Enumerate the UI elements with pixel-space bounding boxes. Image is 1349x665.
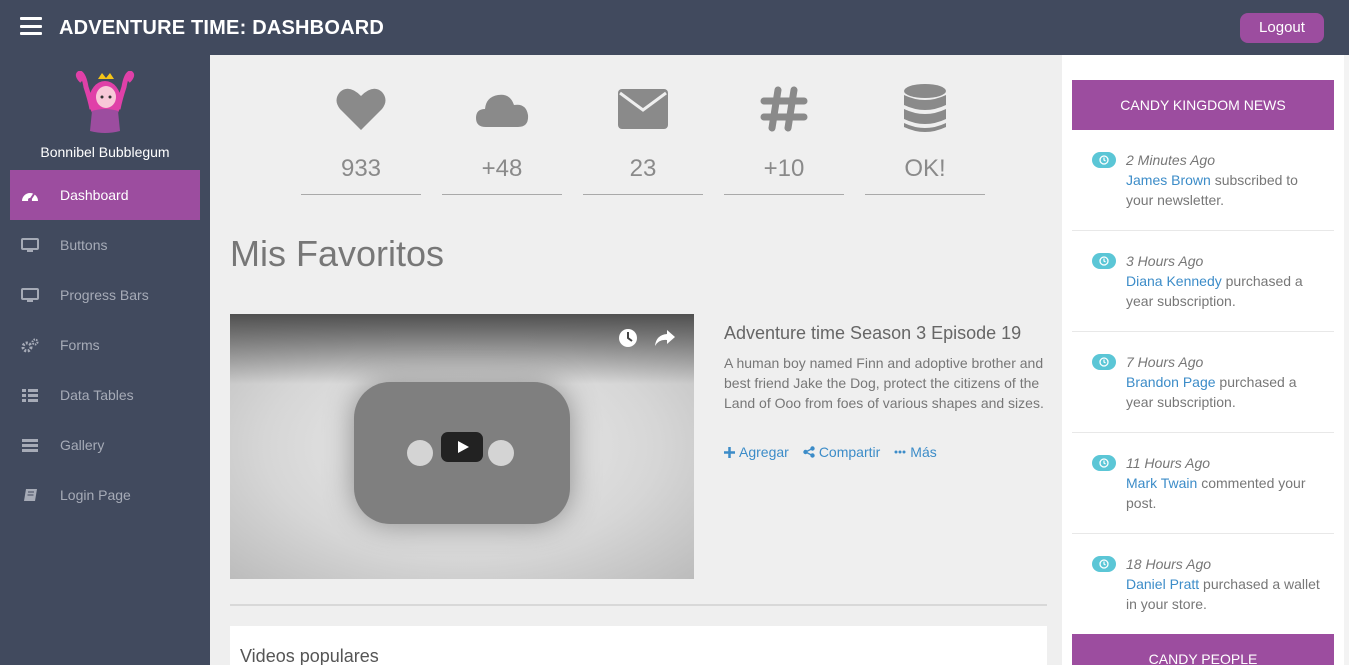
top-navbar: ADVENTURE TIME: DASHBOARD Logout	[0, 0, 1349, 55]
sidebar-item-dashboard[interactable]: Dashboard	[10, 170, 200, 220]
dashboard-icon	[20, 187, 40, 203]
episode-actions: Agregar Compartir Más	[724, 444, 951, 460]
popular-videos-title: Videos populares	[240, 646, 379, 665]
envelope-icon	[583, 83, 703, 135]
logout-button[interactable]: Logout	[1240, 13, 1324, 43]
news-text: 3 Hours Ago Diana Kennedy purchased a ye…	[1126, 251, 1326, 311]
video-player[interactable]	[230, 314, 694, 579]
scrollbar[interactable]	[1344, 55, 1349, 665]
sidebar-item-label: Progress Bars	[60, 287, 149, 303]
sidebar-item-gallery[interactable]: Gallery	[10, 420, 200, 470]
app-title: ADVENTURE TIME: DASHBOARD	[59, 17, 384, 39]
sidebar-item-label: Data Tables	[60, 387, 134, 403]
clock-icon	[1092, 253, 1116, 269]
sidebar-item-forms[interactable]: Forms	[10, 320, 200, 370]
share-button[interactable]: Compartir	[803, 444, 880, 460]
clock-icon	[1092, 354, 1116, 370]
share-label: Compartir	[818, 444, 881, 460]
desktop-icon	[20, 287, 40, 303]
clock-icon	[1092, 556, 1116, 572]
clock-icon	[1092, 152, 1116, 168]
avatar	[72, 70, 138, 137]
news-item: 3 Hours Ago Diana Kennedy purchased a ye…	[1072, 231, 1334, 332]
share-alt-icon	[803, 446, 815, 458]
episode-description: A human boy named Finn and adoptive brot…	[724, 355, 1044, 411]
sidebar-item-label: Forms	[60, 337, 100, 353]
stat-likes: 933	[301, 83, 421, 195]
clock-icon[interactable]	[618, 328, 638, 348]
stat-tags: +10	[724, 83, 844, 195]
news-item: 2 Minutes Ago James Brown subscribed to …	[1072, 130, 1334, 231]
stat-database: OK!	[865, 83, 985, 195]
video-top-gradient	[230, 314, 694, 384]
news-text: 11 Hours Ago Mark Twain commented your p…	[1126, 453, 1326, 513]
news-person-link[interactable]: Brandon Page	[1126, 374, 1216, 390]
sidebar-item-progress-bars[interactable]: Progress Bars	[10, 270, 200, 320]
gallery-icon	[20, 437, 40, 453]
news-text: 7 Hours Ago Brandon Page purchased a yea…	[1126, 352, 1326, 412]
share-icon[interactable]	[654, 329, 676, 347]
news-person-link[interactable]: James Brown	[1126, 172, 1211, 188]
sidebar: Bonnibel Bubblegum Dashboard Buttons Pro…	[0, 55, 210, 665]
sidebar-item-label: Buttons	[60, 237, 108, 253]
more-button[interactable]: Más	[894, 444, 937, 460]
news-item: 18 Hours Ago Daniel Pratt purchased a wa…	[1072, 534, 1334, 635]
video-thumbnail-dot	[407, 440, 433, 466]
sidebar-item-label: Login Page	[60, 487, 131, 503]
news-person-link[interactable]: Diana Kennedy	[1126, 273, 1222, 289]
stat-cloud: +48	[442, 83, 562, 195]
plus-icon	[724, 446, 735, 458]
add-button[interactable]: Agregar	[724, 444, 789, 460]
video-thumbnail-dot	[488, 440, 514, 466]
sidebar-item-data-tables[interactable]: Data Tables	[10, 370, 200, 420]
play-icon[interactable]	[441, 432, 483, 462]
news-panel: CANDY KINGDOM NEWS 2 Minutes Ago James B…	[1062, 55, 1349, 665]
news-time: 2 Minutes Ago	[1126, 152, 1215, 168]
news-text: 18 Hours Ago Daniel Pratt purchased a wa…	[1126, 554, 1326, 614]
sidebar-item-buttons[interactable]: Buttons	[10, 220, 200, 270]
news-time: 3 Hours Ago	[1126, 253, 1204, 269]
desktop-icon	[20, 237, 40, 253]
section-title: Mis Favoritos	[230, 233, 445, 274]
stat-value: OK!	[904, 155, 946, 182]
sidebar-item-label: Dashboard	[60, 187, 129, 203]
stat-value: +48	[481, 155, 523, 182]
book-icon	[20, 487, 40, 503]
stat-value: +10	[763, 155, 805, 182]
main-content: 933 +48 23 +10 OK! Mis Favoritos Adventu…	[210, 55, 1062, 665]
divider	[230, 604, 1047, 606]
news-person-link[interactable]: Daniel Pratt	[1126, 576, 1199, 592]
gears-icon	[20, 337, 40, 353]
more-label: Más	[910, 444, 937, 460]
database-icon	[865, 83, 985, 135]
news-text: 2 Minutes Ago James Brown subscribed to …	[1126, 150, 1326, 210]
hashtag-icon	[724, 83, 844, 135]
stat-value: 933	[340, 155, 382, 182]
people-header: CANDY PEOPLE	[1072, 634, 1334, 665]
ellipsis-icon	[894, 450, 906, 454]
news-header: CANDY KINGDOM NEWS	[1072, 80, 1334, 130]
stat-value: 23	[629, 155, 657, 182]
hamburger-menu-icon[interactable]	[20, 17, 42, 35]
cloud-icon	[442, 83, 562, 135]
episode-title: Adventure time Season 3 Episode 19	[724, 323, 1022, 343]
news-item: 7 Hours Ago Brandon Page purchased a yea…	[1072, 332, 1334, 433]
news-person-link[interactable]: Mark Twain	[1126, 475, 1197, 491]
stat-messages: 23	[583, 83, 703, 195]
user-name: Bonnibel Bubblegum	[40, 144, 170, 160]
popular-videos-panel: Videos populares	[230, 626, 1047, 665]
add-label: Agregar	[739, 444, 789, 460]
sidebar-item-login-page[interactable]: Login Page	[10, 470, 200, 520]
news-time: 18 Hours Ago	[1126, 556, 1212, 572]
clock-icon	[1092, 455, 1116, 471]
news-time: 11 Hours Ago	[1126, 455, 1211, 471]
news-time: 7 Hours Ago	[1126, 354, 1204, 370]
table-icon	[20, 387, 40, 403]
news-item: 11 Hours Ago Mark Twain commented your p…	[1072, 433, 1334, 534]
sidebar-item-label: Gallery	[60, 437, 105, 453]
heart-icon	[301, 83, 421, 135]
